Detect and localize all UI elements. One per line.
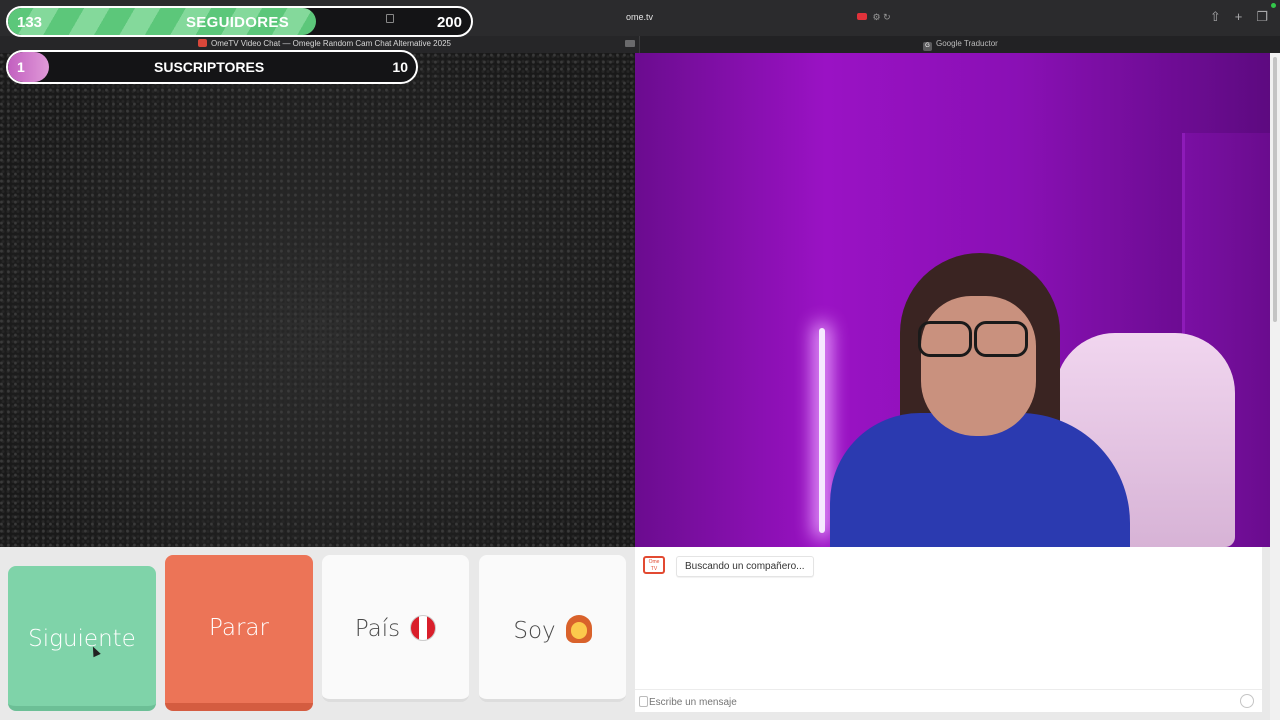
screen: ome.tv ⚙ ↻ ⇧ + ❐ OmeTV Video Chat — Omeg… [0,0,1280,720]
translate-icon[interactable]: ⚙ [873,12,881,22]
chat-status-message: Buscando un compañero... [676,556,814,577]
google-favicon-icon: G [923,42,932,51]
tab-title: OmeTV Video Chat — Omegle Random Cam Cha… [211,39,451,48]
woman-emoji-icon [565,615,592,643]
stop-button[interactable]: Parar [165,555,313,711]
mini-icon [386,14,394,23]
scrollbar-thumb[interactable] [1273,57,1277,322]
ometv-favicon-icon [198,39,207,47]
next-button-label: Siguiente [28,626,136,652]
subscribers-label: SUSCRIPTORES [154,59,265,75]
address-bar-icons: ⚙ ↻ [857,12,891,23]
ometv-logo-icon: Ome TV [643,556,665,574]
gender-button-label: Soy [513,618,556,644]
remote-video [635,53,1270,547]
tab-google-translate[interactable]: G Google Traductor [640,36,1280,53]
next-button[interactable]: Siguiente [8,566,156,711]
attach-icon[interactable] [639,696,648,707]
address-bar[interactable]: ome.tv [626,12,653,22]
tab-overview-icon[interactable]: ❐ [1256,9,1268,25]
subscribers-progress-fill [8,52,49,82]
subscribers-count: 1 [17,59,25,75]
followers-count: 133 [17,14,43,31]
peru-flag-icon [410,615,437,641]
new-tab-icon[interactable]: + [1235,9,1243,25]
followers-goal: 200 [436,14,462,31]
country-button-label: País [354,616,401,642]
subscribers-goal: 10 [392,59,408,75]
local-video [0,53,635,547]
status-dot [1271,3,1276,8]
share-icon[interactable]: ⇧ [1210,9,1221,25]
subscribers-goal-bar: 1 SUSCRIPTORES 10 [6,50,418,84]
emoji-icon[interactable] [1240,694,1254,708]
followers-label: SEGUIDORES [186,14,290,31]
browser-actions: ⇧ + ❐ [1210,9,1268,25]
chat-panel: Ome TV Buscando un compañero... [635,547,1262,712]
page-scrollbar[interactable] [1270,53,1280,720]
reload-icon[interactable]: ↻ [883,12,891,22]
chat-message-input[interactable] [649,694,1229,710]
gender-button[interactable]: Soy [479,555,626,702]
camera-in-use-icon [625,40,635,47]
stop-button-label: Parar [209,615,269,641]
tab-title: Google Traductor [936,39,998,48]
country-button[interactable]: País [322,555,469,702]
followers-goal-bar: 133 SEGUIDORES 200 [6,6,473,37]
chat-input-bar [635,689,1262,712]
camera-recording-icon[interactable] [857,13,867,20]
